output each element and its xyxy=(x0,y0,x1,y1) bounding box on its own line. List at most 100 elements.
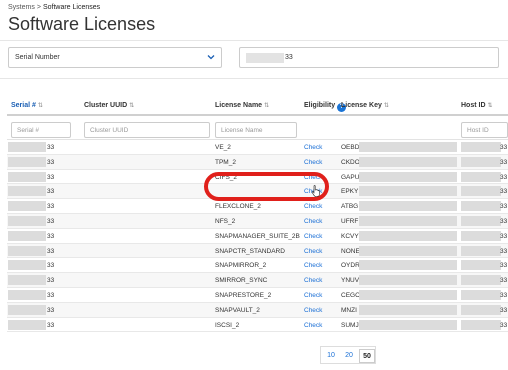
redacted-mask xyxy=(461,304,501,315)
divider xyxy=(0,40,508,41)
redacted-mask xyxy=(8,319,46,330)
column-header-host-id[interactable]: Host ID ⇅ xyxy=(461,102,493,109)
search-field-select[interactable]: Serial Number xyxy=(8,47,222,68)
serial-cell: 33 xyxy=(47,144,55,151)
column-header-license-key[interactable]: License Key ⇅ xyxy=(341,102,389,109)
redacted-mask xyxy=(359,171,457,182)
serial-cell: 33 xyxy=(47,158,55,166)
table-row: 33 ISCSI_2 Check SUMJ 33 xyxy=(7,318,508,333)
page-size-10[interactable]: 10 xyxy=(323,349,339,363)
license-key-cell: SUMJ xyxy=(341,321,359,329)
host-id-cell: 33 xyxy=(500,188,508,196)
redacted-mask xyxy=(8,186,46,197)
redacted-mask xyxy=(461,275,501,286)
eligibility-check-link[interactable]: Check xyxy=(304,292,322,299)
serial-cell: 33 xyxy=(47,306,55,314)
eligibility-check-link[interactable]: Check xyxy=(304,307,322,314)
host-id-cell: 33 xyxy=(500,144,508,151)
eligibility-check-link[interactable]: Check xyxy=(304,233,322,240)
eligibility-check-link[interactable]: Check xyxy=(304,218,322,225)
redacted-mask xyxy=(8,275,46,286)
license-name-cell: ISCSI_2 xyxy=(215,321,240,329)
divider xyxy=(0,78,508,79)
license-key-cell: EPKY xyxy=(341,188,359,196)
column-label: License Key xyxy=(341,102,382,109)
host-id-cell: 33 xyxy=(500,262,508,270)
serial-cell: 33 xyxy=(47,173,55,181)
license-key-cell: UFRF xyxy=(341,217,359,225)
host-id-cell: 33 xyxy=(500,247,508,255)
license-name-cell: TPM_2 xyxy=(215,158,236,166)
eligibility-check-link[interactable]: Check xyxy=(304,262,322,269)
breadcrumb-separator: > xyxy=(36,4,41,11)
eligibility-check-link[interactable]: Check xyxy=(304,203,322,210)
redacted-mask xyxy=(359,142,457,152)
eligibility-check-link[interactable]: Check xyxy=(304,277,322,284)
host-id-cell: 33 xyxy=(500,203,508,211)
host-id-cell: 33 xyxy=(500,173,508,181)
table-row: 33 SNAPCTR_STANDARD Check NONE 33 xyxy=(7,243,508,259)
redacted-mask xyxy=(359,230,457,241)
cluster-uuid-filter-input[interactable]: Cluster UUID xyxy=(84,122,210,138)
page-size-50[interactable]: 50 xyxy=(359,349,375,363)
license-name-filter-input[interactable]: License Name xyxy=(215,122,297,138)
serial-cell: 33 xyxy=(47,277,55,285)
eligibility-check-link[interactable]: Check xyxy=(304,144,322,151)
redacted-mask xyxy=(8,171,46,182)
redacted-mask xyxy=(8,230,46,241)
license-key-cell: OEBD xyxy=(341,144,360,151)
table-row: 33 VE_2 Check OEBD 33 xyxy=(7,140,508,155)
sort-icon: ⇅ xyxy=(129,103,135,109)
column-label: Cluster UUID xyxy=(84,102,128,109)
redacted-mask xyxy=(461,260,501,271)
license-key-cell: GAPU xyxy=(341,173,360,181)
serial-cell: 33 xyxy=(47,262,55,270)
eligibility-check-link[interactable]: Check xyxy=(304,248,322,255)
pointer-cursor-icon xyxy=(311,185,320,197)
serial-search-input[interactable]: 33 xyxy=(239,47,499,68)
license-name-cell: SMIRROR_SYNC xyxy=(215,277,268,285)
table-row: 33 SMIRROR_SYNC Check YNUV 33 xyxy=(7,273,508,288)
page-title: Software Licenses xyxy=(8,14,156,34)
table-row: 33 SNAPMANAGER_SUITE_2B Check KCVY 33 xyxy=(7,229,508,244)
breadcrumb: Systems > Software Licenses xyxy=(8,4,100,11)
license-key-cell: NONE xyxy=(341,247,360,255)
license-key-cell: KCVY xyxy=(341,232,359,240)
table-row: 33 FLEXCLONE_2 Check ATBG 33 xyxy=(7,199,508,214)
chevron-down-icon xyxy=(207,55,215,60)
table-row: 33 TPM_2 Check CKDO 33 xyxy=(7,154,508,170)
column-header-cluster-uuid[interactable]: Cluster UUID ⇅ xyxy=(84,102,134,109)
host-id-cell: 33 xyxy=(500,277,508,285)
host-id-filter-input[interactable]: Host ID xyxy=(461,122,508,138)
licenses-table: Serial # ⇅ Cluster UUID ⇅ License Name ⇅ El… xyxy=(7,98,508,333)
license-name-cell: SNAPCTR_STANDARD xyxy=(215,247,285,255)
redacted-mask xyxy=(8,304,46,315)
table-row: 33 SNAPMIRROR_2 Check OYDR 33 xyxy=(7,258,508,274)
sort-icon: ⇅ xyxy=(383,103,389,109)
redacted-mask xyxy=(359,289,457,300)
column-header-serial[interactable]: Serial # ⇅ xyxy=(11,102,43,109)
redacted-mask xyxy=(359,304,457,315)
sort-icon: ⇅ xyxy=(264,103,270,109)
serial-cell: 33 xyxy=(47,232,55,240)
redacted-mask xyxy=(461,142,501,152)
license-key-cell: ATBG xyxy=(341,203,359,211)
host-id-cell: 33 xyxy=(500,306,508,314)
license-name-cell: NFS_2 xyxy=(215,217,236,225)
serial-cell: 33 xyxy=(47,247,55,255)
serial-cell: 33 xyxy=(47,321,55,329)
eligibility-check-link[interactable]: Check xyxy=(304,159,322,166)
page-size-20[interactable]: 20 xyxy=(341,349,357,363)
breadcrumb-systems-link[interactable]: Systems xyxy=(8,4,35,11)
redacted-mask xyxy=(461,171,501,182)
redacted-mask xyxy=(359,156,457,167)
serial-search-value: 33 xyxy=(285,54,293,61)
serial-filter-input[interactable]: Serial # xyxy=(11,122,71,138)
eligibility-check-link[interactable]: Check xyxy=(304,322,322,329)
host-id-cell: 33 xyxy=(500,232,508,240)
redacted-mask xyxy=(461,319,501,330)
column-header-license-name[interactable]: License Name ⇅ xyxy=(215,102,269,109)
license-key-cell: CKDO xyxy=(341,158,360,166)
redacted-mask xyxy=(359,319,457,330)
license-key-cell: OYDR xyxy=(341,262,360,270)
